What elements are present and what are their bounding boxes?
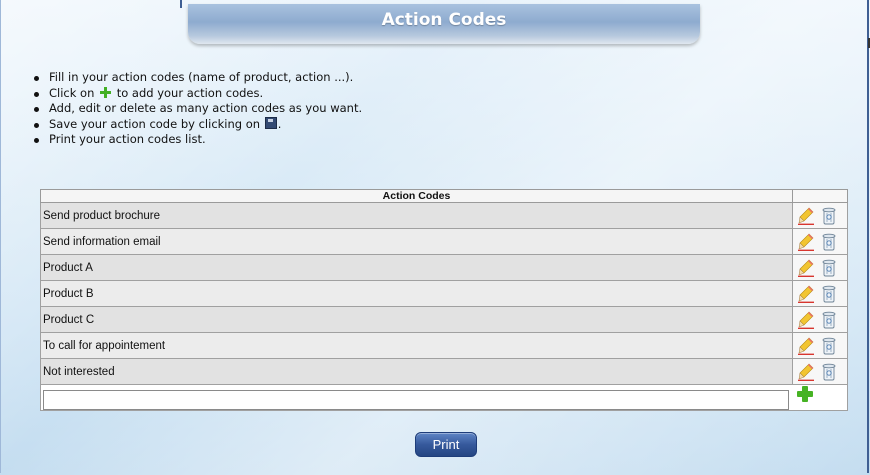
edit-pencil-icon[interactable] <box>798 337 814 355</box>
edit-pencil-icon[interactable] <box>798 311 814 329</box>
action-code-name: Send product brochure <box>40 202 793 229</box>
instruction-text: . <box>277 116 282 131</box>
instruction-text: Save your action code by clicking on <box>49 116 261 131</box>
print-button[interactable]: Print <box>415 432 477 457</box>
delete-bin-icon[interactable] <box>822 311 836 329</box>
row-actions <box>793 207 847 225</box>
table-row: To call for appointement <box>40 332 848 359</box>
action-code-name: To call for appointement <box>40 332 793 359</box>
table-body: Send product brochure Send information e… <box>40 202 848 411</box>
page-title: Action Codes <box>381 10 507 30</box>
save-disk-icon <box>264 116 277 129</box>
new-action-code-input[interactable] <box>43 390 789 410</box>
column-header-action-codes: Action Codes <box>40 189 793 203</box>
column-header-actions <box>792 189 848 203</box>
row-actions-cell <box>792 332 848 359</box>
instructions-list: Fill in your action codes (name of produ… <box>30 70 362 148</box>
table-row: Send product brochure <box>40 202 848 229</box>
new-code-row <box>40 384 848 411</box>
edit-pencil-icon[interactable] <box>798 233 814 251</box>
instruction-text: to add your action codes. <box>116 85 264 100</box>
row-actions <box>793 311 847 329</box>
row-actions <box>793 233 847 251</box>
delete-bin-icon[interactable] <box>822 285 836 303</box>
action-code-name: Not interested <box>40 358 793 385</box>
row-actions <box>793 337 847 355</box>
add-code-button[interactable] <box>796 385 814 403</box>
action-code-name: Send information email <box>40 228 793 255</box>
row-actions-cell <box>792 254 848 281</box>
action-code-name: Product B <box>40 280 793 307</box>
table-row: Product C <box>40 306 848 333</box>
instruction-text: Print your action codes list. <box>49 132 206 146</box>
delete-bin-icon[interactable] <box>822 363 836 381</box>
row-actions-cell <box>792 306 848 333</box>
table-row: Not interested <box>40 358 848 385</box>
delete-bin-icon[interactable] <box>822 259 836 277</box>
delete-bin-icon[interactable] <box>822 337 836 355</box>
edit-pencil-icon[interactable] <box>798 207 814 225</box>
table-row: Product B <box>40 280 848 307</box>
row-actions-cell <box>792 202 848 229</box>
title-banner: Action Codes <box>188 4 700 44</box>
edit-pencil-icon[interactable] <box>798 363 814 381</box>
delete-bin-icon[interactable] <box>822 233 836 251</box>
instruction-item: Add, edit or delete as many action codes… <box>34 101 362 117</box>
row-actions <box>793 363 847 381</box>
table-row: Product A <box>40 254 848 281</box>
row-actions-cell <box>792 358 848 385</box>
instruction-item: Fill in your action codes (name of produ… <box>34 70 362 86</box>
delete-bin-icon[interactable] <box>822 207 836 225</box>
action-code-name: Product C <box>40 306 793 333</box>
new-code-cell <box>40 384 848 411</box>
edit-pencil-icon[interactable] <box>798 285 814 303</box>
instruction-item: Print your action codes list. <box>34 132 362 148</box>
plus-icon <box>100 86 112 98</box>
action-codes-table: Action Codes Send product brochure Send … <box>40 189 848 411</box>
row-actions <box>793 259 847 277</box>
row-actions-cell <box>792 228 848 255</box>
instruction-text: Fill in your action codes (name of produ… <box>49 70 354 84</box>
table-row: Send information email <box>40 228 848 255</box>
row-actions-cell <box>792 280 848 307</box>
instruction-text: Add, edit or delete as many action codes… <box>49 101 363 115</box>
instruction-text: Click on <box>49 85 95 100</box>
row-actions <box>793 285 847 303</box>
instruction-item: Save your action code by clicking on . <box>34 116 362 133</box>
instruction-item: Click on to add your action codes. <box>34 86 362 102</box>
action-code-name: Product A <box>40 254 793 281</box>
edit-pencil-icon[interactable] <box>798 259 814 277</box>
